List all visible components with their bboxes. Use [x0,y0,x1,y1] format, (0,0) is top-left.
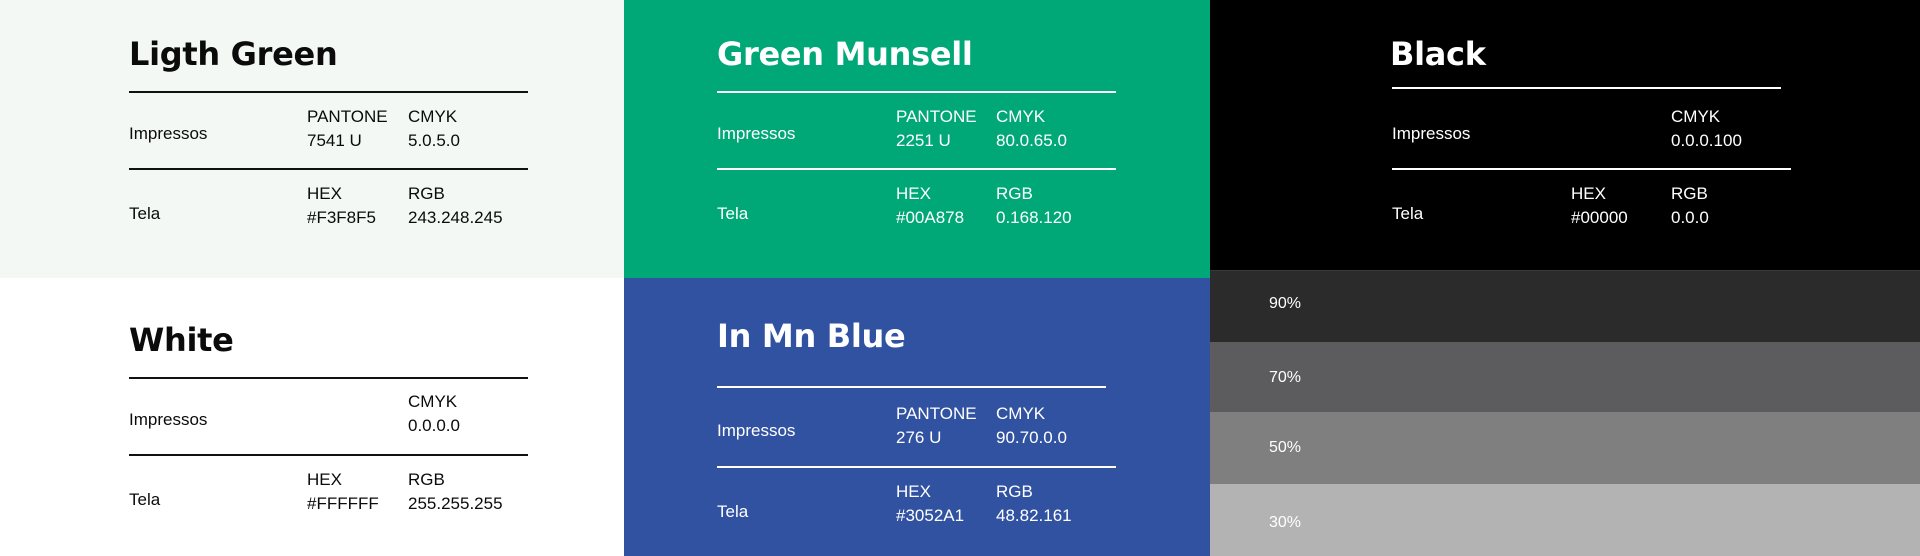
divider [129,377,528,379]
divider [129,168,528,170]
hex-value: #00A878 [896,208,965,227]
card-title: In Mn Blue [717,317,906,355]
pantone-label: PANTONE [307,107,388,126]
cmyk-field: CMYK 0.0.0.0 [408,390,460,438]
pantone-field: PANTONE 7541 U [307,105,388,153]
pantone-value: 7541 U [307,131,362,150]
tint-label: 50% [1269,439,1302,456]
screen-row-label: Tela [129,204,161,223]
hex-field: HEX #FFFFFF [307,468,379,516]
card-light-green: Ligth Green Impressos PANTONE 7541 U CMY… [0,0,624,278]
cmyk-label: CMYK [996,107,1046,126]
hex-label: HEX [307,184,342,203]
tint-label: 90% [1269,295,1302,312]
hex-value: #FFFFFF [307,494,379,513]
cmyk-field: CMYK 80.0.65.0 [996,105,1067,153]
pantone-label: PANTONE [896,404,977,423]
tint-swatch-50: 50% [1210,412,1920,484]
divider [717,386,1106,388]
rgb-value: 0.0.0 [1671,208,1709,227]
screen-row-label: Tela [1392,204,1424,223]
hex-value: #F3F8F5 [307,208,376,227]
divider [717,168,1116,170]
card-green-munsell: Green Munsell Impressos PANTONE 2251 U C… [624,0,1210,278]
divider [129,454,528,456]
card-black: Black Impressos CMYK 0.0.0.100 Tela HEX … [1210,0,1920,270]
cmyk-field: CMYK 0.0.0.100 [1671,105,1742,153]
rgb-field: RGB 0.0.0 [1671,182,1709,230]
tint-swatch-70: 70% [1210,342,1920,412]
print-row-label: Impressos [129,124,208,143]
cmyk-field: CMYK 90.70.0.0 [996,402,1067,450]
pantone-value: 2251 U [896,131,951,150]
tint-label: 30% [1269,514,1302,531]
divider [717,91,1116,93]
card-title: White [129,321,234,359]
pantone-field: PANTONE 276 U [896,402,977,450]
hex-label: HEX [896,184,931,203]
rgb-label: RGB [408,184,445,203]
rgb-value: 255.255.255 [408,494,503,513]
rgb-field: RGB 0.168.120 [996,182,1072,230]
hex-value: #3052A1 [896,506,965,525]
divider [717,466,1116,468]
divider [1392,168,1791,170]
print-row-label: Impressos [717,421,796,440]
hex-label: HEX [896,482,931,501]
divider [129,91,528,93]
print-row-label: Impressos [129,410,208,429]
rgb-value: 243.248.245 [408,208,503,227]
hex-field: HEX #F3F8F5 [307,182,376,230]
hex-value: #00000 [1571,208,1628,227]
cmyk-value: 5.0.5.0 [408,131,460,150]
hex-field: HEX #00000 [1571,182,1628,230]
cmyk-field: CMYK 5.0.5.0 [408,105,460,153]
print-row-label: Impressos [1392,124,1471,143]
cmyk-label: CMYK [1671,107,1721,126]
rgb-label: RGB [996,482,1033,501]
pantone-value: 276 U [896,428,942,447]
pantone-label: PANTONE [896,107,977,126]
cmyk-label: CMYK [408,392,458,411]
cmyk-value: 0.0.0.0 [408,416,460,435]
screen-row-label: Tela [717,502,749,521]
rgb-label: RGB [408,470,445,489]
hex-field: HEX #00A878 [896,182,964,230]
tint-swatch-30: 30% [1210,484,1920,556]
pantone-field: PANTONE 2251 U [896,105,977,153]
hex-label: HEX [1571,184,1606,203]
rgb-value: 0.168.120 [996,208,1072,227]
screen-row-label: Tela [717,204,749,223]
rgb-field: RGB 48.82.161 [996,480,1072,528]
card-title: Green Munsell [717,35,973,73]
cmyk-label: CMYK [996,404,1046,423]
card-white: White Impressos CMYK 0.0.0.0 Tela HEX #F… [0,278,624,556]
cmyk-value: 0.0.0.100 [1671,131,1742,150]
tint-swatch-90: 90% [1210,270,1920,342]
rgb-label: RGB [1671,184,1708,203]
cmyk-value: 80.0.65.0 [996,131,1067,150]
rgb-field: RGB 255.255.255 [408,468,503,516]
rgb-label: RGB [996,184,1033,203]
screen-row-label: Tela [129,490,161,509]
card-in-mn-blue: In Mn Blue Impressos PANTONE 276 U CMYK … [624,278,1210,556]
cmyk-label: CMYK [408,107,458,126]
print-row-label: Impressos [717,124,796,143]
hex-field: HEX #3052A1 [896,480,964,528]
divider [1392,87,1781,89]
card-title: Ligth Green [129,35,338,73]
cmyk-value: 90.70.0.0 [996,428,1067,447]
hex-label: HEX [307,470,342,489]
rgb-field: RGB 243.248.245 [408,182,503,230]
card-title: Black [1390,35,1486,73]
tint-label: 70% [1269,369,1302,386]
rgb-value: 48.82.161 [996,506,1072,525]
